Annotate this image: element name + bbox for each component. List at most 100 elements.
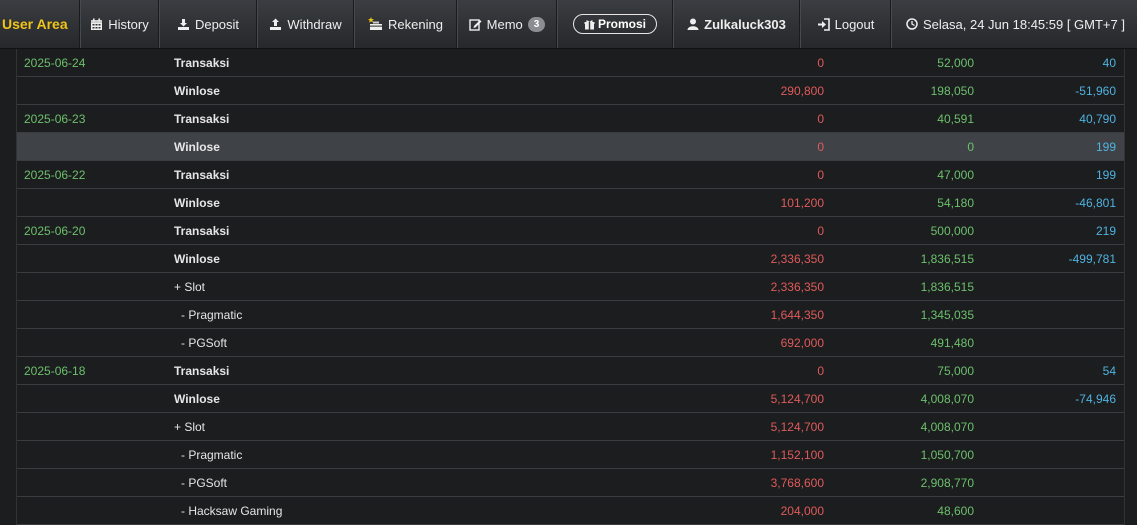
- credit-cell: 1,050,700: [824, 440, 974, 469]
- table-row: 2025-06-18 Transaksi 0 75,000 54: [17, 356, 1124, 385]
- debit-cell: 692,000: [524, 328, 824, 357]
- date-cell: [17, 384, 174, 413]
- promosi-label: Promosi: [597, 17, 646, 31]
- nav-history[interactable]: History: [80, 0, 159, 48]
- type-cell: Transaksi: [174, 216, 524, 245]
- type-cell: - PGSoft: [174, 468, 524, 497]
- balance-cell: [974, 440, 1124, 469]
- logout-label: Logout: [834, 16, 875, 32]
- nav-rekening[interactable]: Rekening: [354, 0, 457, 48]
- date-cell: 2025-06-20: [17, 216, 174, 245]
- type-cell: Winlose: [174, 188, 524, 217]
- deposit-icon: [177, 18, 190, 31]
- table-row: - PGSoft 692,000 491,480: [17, 328, 1124, 357]
- credit-cell: 0: [824, 132, 974, 161]
- logout-icon: [817, 17, 830, 31]
- type-cell: - Pragmatic: [174, 440, 524, 469]
- debit-cell: 3,768,600: [524, 468, 824, 497]
- table-row: 2025-06-24 Transaksi 0 52,000 40: [17, 49, 1124, 77]
- balance-cell: 40,790: [974, 104, 1124, 133]
- balance-cell: -74,946: [974, 384, 1124, 413]
- debit-cell: 0: [524, 356, 824, 385]
- balance-cell: [974, 412, 1124, 441]
- table-row: Winlose 101,200 54,180 -46,801: [17, 188, 1124, 217]
- date-cell: [17, 300, 174, 329]
- date-cell: 2025-06-22: [17, 160, 174, 189]
- table-row: - Hacksaw Gaming 204,000 48,600: [17, 496, 1124, 525]
- table-row: - Pragmatic 1,152,100 1,050,700: [17, 440, 1124, 469]
- credit-cell: 4,008,070: [824, 384, 974, 413]
- type-cell: Winlose: [174, 244, 524, 273]
- edit-icon: [468, 18, 482, 31]
- datetime-label: Selasa, 24 Jun 18:45:59 [ GMT+7 ]: [923, 16, 1125, 32]
- withdraw-icon: [269, 18, 282, 31]
- credit-cell: 40,591: [824, 104, 974, 133]
- nav-history-label: History: [108, 16, 149, 32]
- type-cell: Transaksi: [174, 160, 524, 189]
- nav-withdraw[interactable]: Withdraw: [257, 0, 354, 48]
- credit-cell: 2,908,770: [824, 468, 974, 497]
- credit-cell: 47,000: [824, 160, 974, 189]
- credit-cell: 1,345,035: [824, 300, 974, 329]
- credit-cell: 198,050: [824, 76, 974, 105]
- bank-card-icon: [368, 17, 383, 31]
- debit-cell: 0: [524, 216, 824, 245]
- type-cell: Winlose: [174, 384, 524, 413]
- nav-memo-label: Memo: [486, 16, 523, 32]
- credit-cell: 1,836,515: [824, 272, 974, 301]
- nav-deposit[interactable]: Deposit: [159, 0, 257, 48]
- date-cell: [17, 132, 174, 161]
- debit-cell: 0: [524, 160, 824, 189]
- balance-cell: -46,801: [974, 188, 1124, 217]
- debit-cell: 1,644,350: [524, 300, 824, 329]
- type-cell: Transaksi: [174, 104, 524, 133]
- table-row: Winlose 290,800 198,050 -51,960: [17, 76, 1124, 105]
- credit-cell: 75,000: [824, 356, 974, 385]
- date-cell: [17, 272, 174, 301]
- nav-logout[interactable]: Logout: [800, 0, 891, 48]
- credit-cell: 48,600: [824, 496, 974, 525]
- type-cell: - Hacksaw Gaming: [174, 496, 524, 525]
- balance-cell: [974, 328, 1124, 357]
- table-row: + Slot 5,124,700 4,008,070: [17, 412, 1124, 441]
- balance-cell: [974, 300, 1124, 329]
- nav-user[interactable]: Zulkaluck303: [673, 0, 800, 48]
- username-label: Zulkaluck303: [704, 16, 786, 32]
- user-icon: [687, 18, 699, 30]
- transaction-table: 2025-06-24 Transaksi 0 52,000 40 Winlose 290,8…: [17, 49, 1124, 525]
- credit-cell: 491,480: [824, 328, 974, 357]
- debit-cell: 0: [524, 104, 824, 133]
- balance-cell: [974, 468, 1124, 497]
- date-cell: [17, 328, 174, 357]
- balance-cell: -499,781: [974, 244, 1124, 273]
- table-row: Winlose 0 0 199: [17, 132, 1124, 161]
- balance-cell: 199: [974, 132, 1124, 161]
- type-cell: - Pragmatic: [174, 300, 524, 329]
- gift-icon: [584, 19, 595, 30]
- balance-cell: [974, 272, 1124, 301]
- date-cell: [17, 244, 174, 273]
- debit-cell: 2,336,350: [524, 272, 824, 301]
- debit-cell: 0: [524, 132, 824, 161]
- date-cell: [17, 76, 174, 105]
- promosi-button[interactable]: Promosi: [572, 14, 657, 34]
- table-row: 2025-06-23 Transaksi 0 40,591 40,790: [17, 104, 1124, 133]
- type-cell: + Slot: [174, 272, 524, 301]
- date-cell: [17, 468, 174, 497]
- credit-cell: 4,008,070: [824, 412, 974, 441]
- nav-promosi[interactable]: Promosi: [557, 0, 673, 48]
- credit-cell: 54,180: [824, 188, 974, 217]
- date-cell: 2025-06-24: [17, 49, 174, 77]
- balance-cell: [974, 496, 1124, 525]
- table-row: Winlose 2,336,350 1,836,515 -499,781: [17, 244, 1124, 273]
- debit-cell: 5,124,700: [524, 384, 824, 413]
- date-cell: [17, 188, 174, 217]
- nav-memo[interactable]: Memo 3: [457, 0, 557, 48]
- credit-cell: 52,000: [824, 49, 974, 77]
- transaction-panel: 2025-06-24 Transaksi 0 52,000 40 Winlose 290,8…: [16, 49, 1125, 525]
- table-row: - PGSoft 3,768,600 2,908,770: [17, 468, 1124, 497]
- nav-withdraw-label: Withdraw: [287, 16, 342, 32]
- balance-cell: -51,960: [974, 76, 1124, 105]
- nav-deposit-label: Deposit: [194, 16, 240, 32]
- credit-cell: 500,000: [824, 216, 974, 245]
